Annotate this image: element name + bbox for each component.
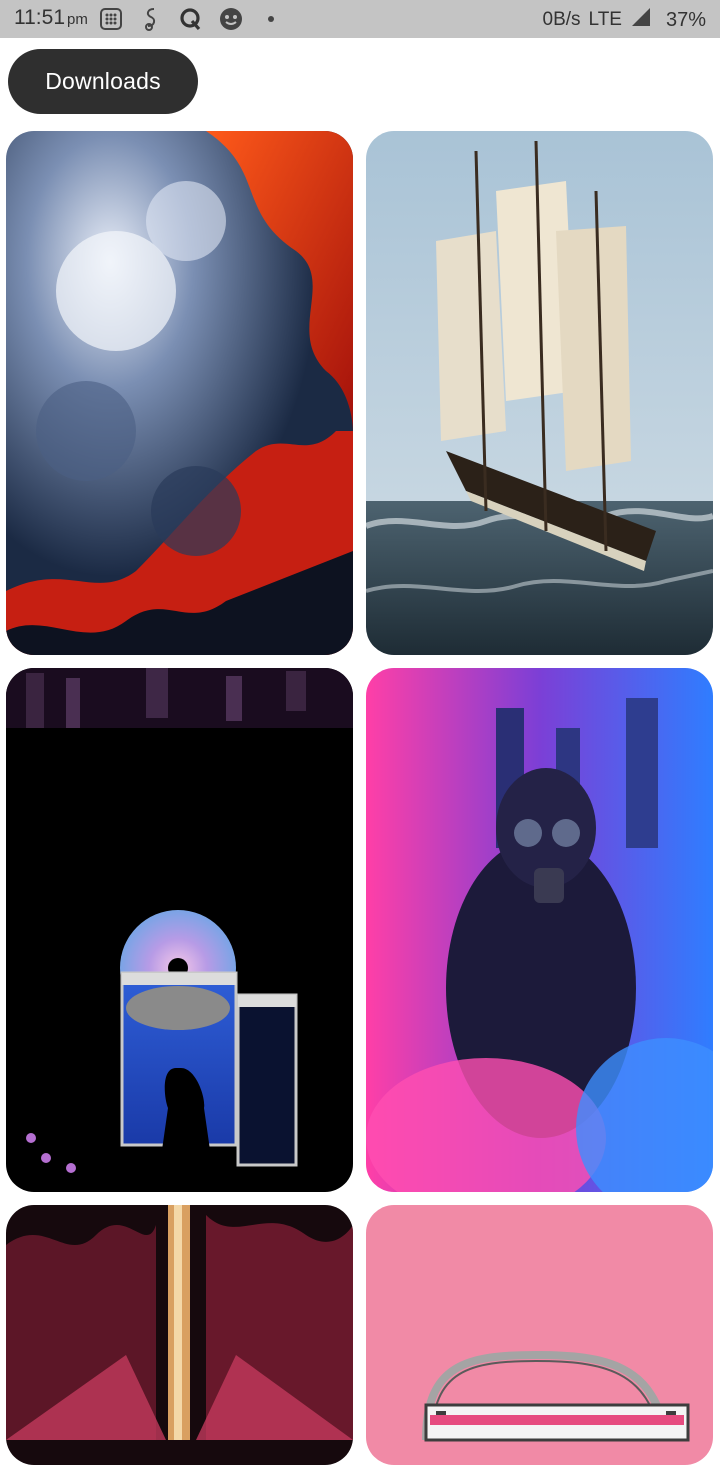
notification-dot-icon (258, 6, 284, 32)
downloads-chip-label: Downloads (45, 68, 161, 94)
wallpaper-thumbnail (366, 1205, 713, 1465)
clock-ampm: pm (67, 11, 88, 28)
net-speed: 0B/s (542, 9, 581, 30)
calculator-icon (98, 6, 124, 32)
battery-level: 37% (665, 8, 706, 31)
status-bar: 11:51 pm 0B/s LTE 37% (0, 0, 720, 38)
wallpaper-thumbnail (6, 1205, 353, 1465)
signal-icon (630, 7, 652, 33)
wallpaper-thumbnail (366, 131, 713, 655)
wallpaper-thumbnail (6, 668, 353, 1192)
wallpaper-tile[interactable] (366, 668, 713, 1192)
clock: 11:51 pm (14, 6, 88, 30)
status-right: 0B/s LTE 37% (542, 7, 706, 33)
notification-icons (98, 6, 284, 32)
wallpaper-tile[interactable] (6, 131, 353, 655)
wallpaper-tile[interactable] (6, 668, 353, 1192)
wallpaper-thumbnail (366, 668, 713, 1192)
clock-time: 11:51 (14, 6, 65, 29)
wallpaper-tile[interactable] (366, 1205, 713, 1465)
wallpaper-thumbnail (6, 131, 353, 655)
swype-icon (138, 6, 164, 32)
quora-icon (178, 6, 204, 32)
downloads-chip[interactable]: Downloads (8, 49, 198, 114)
wallpaper-tile[interactable] (6, 1205, 353, 1465)
emoji-face-icon (218, 6, 244, 32)
wallpaper-tile[interactable] (366, 131, 713, 655)
network-type: LTE (588, 9, 622, 30)
